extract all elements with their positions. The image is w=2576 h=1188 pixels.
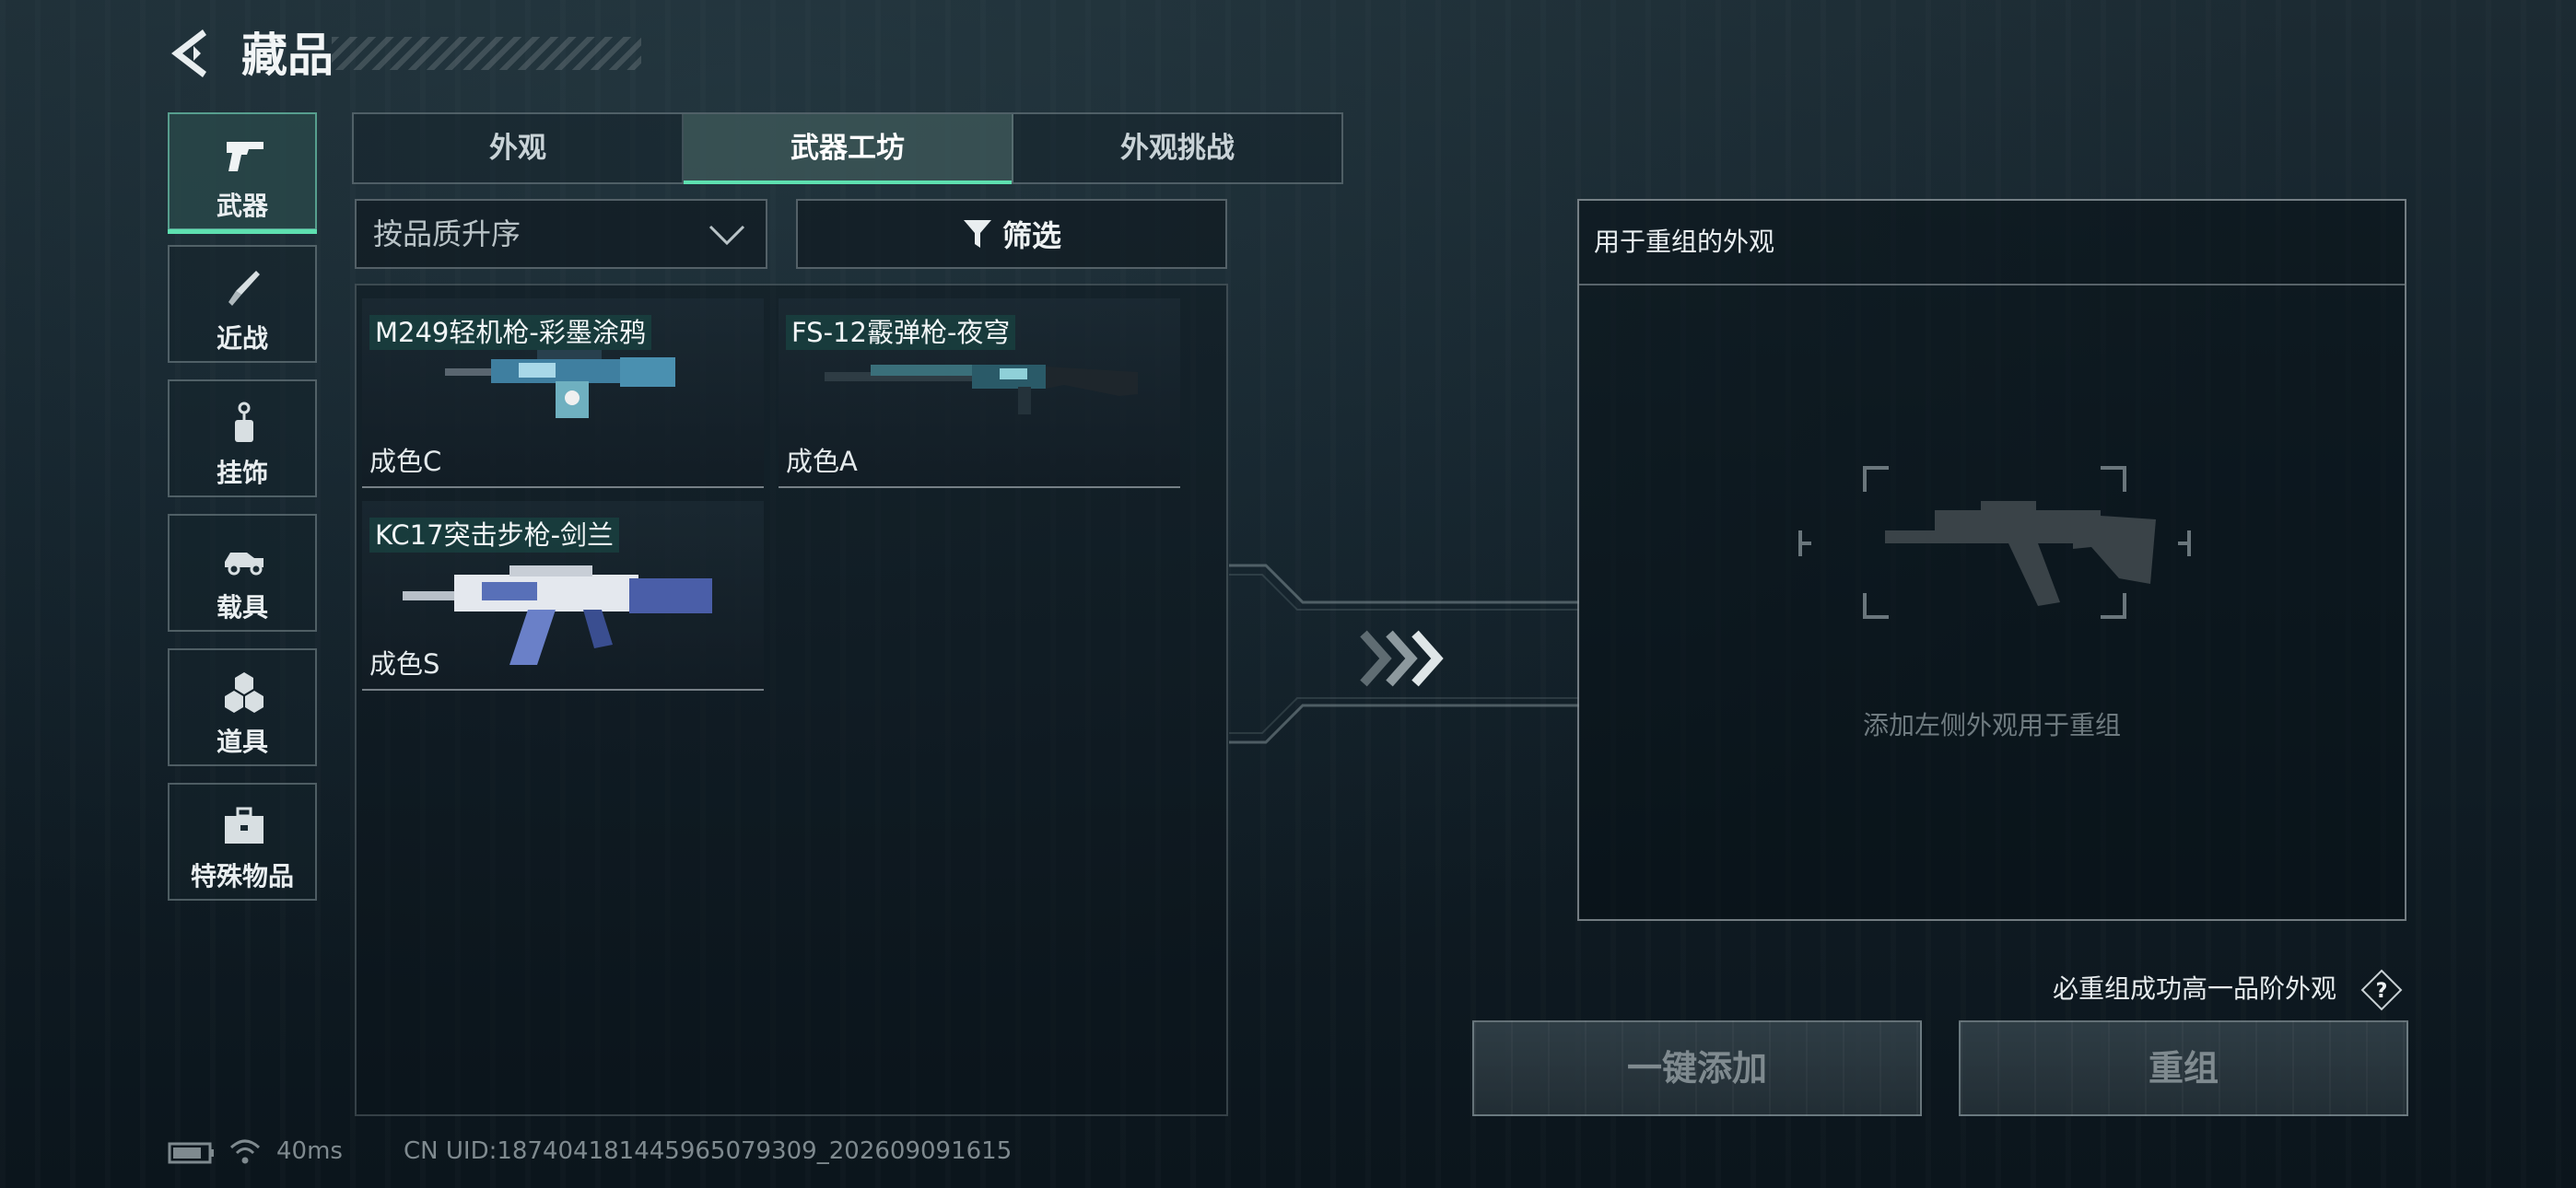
- item-name: M249轻机枪-彩墨涂鸦: [369, 315, 651, 350]
- sidebar-item-label: 特殊物品: [190, 861, 294, 891]
- item-card-kc17[interactable]: KC17突击步枪-剑兰 成色S: [362, 501, 764, 691]
- sidebar-item-melee[interactable]: 近战: [168, 245, 317, 363]
- reroll-button[interactable]: 重组: [1959, 1020, 2408, 1116]
- m249-skin-image: [445, 350, 675, 418]
- back-arrow-icon[interactable]: [166, 26, 214, 81]
- item-grade: 成色C: [369, 446, 442, 477]
- reroll-panel-title: 用于重组的外观: [1594, 227, 1775, 257]
- tab-weapon-workshop[interactable]: 武器工坊: [684, 114, 1013, 184]
- kc17-skin-image: [403, 565, 712, 665]
- sidebar-item-weapons[interactable]: 武器: [168, 112, 317, 234]
- sidebar-item-props[interactable]: 道具: [168, 648, 317, 766]
- divider: [1579, 284, 2405, 285]
- item-list: M249轻机枪-彩墨涂鸦 成色C FS-12霰弹枪-夜穹 成色A KC17突击步…: [355, 284, 1228, 1116]
- tab-bar: 外观 武器工坊 外观挑战: [352, 112, 1343, 184]
- user-uid: CN UID:187404181445965079309_20260909161…: [404, 1137, 1013, 1165]
- ping-value: 40ms: [276, 1137, 343, 1165]
- page-title: 藏品: [241, 29, 334, 82]
- item-grade: 成色S: [369, 648, 440, 680]
- wifi-icon: [229, 1139, 261, 1164]
- item-grade: 成色A: [786, 446, 858, 477]
- briefcase-icon: [225, 807, 263, 844]
- sidebar-item-charms[interactable]: 挂饰: [168, 379, 317, 497]
- guarantee-note: 必重组成功高一品阶外观: [2053, 973, 2337, 1004]
- tab-appearance-challenge[interactable]: 外观挑战: [1013, 114, 1341, 182]
- sort-value: 按品质升序: [373, 216, 521, 251]
- chevron-down-icon: [708, 225, 745, 246]
- sidebar-item-label: 挂饰: [216, 458, 268, 488]
- empty-slot-rifle-icon[interactable]: [1797, 464, 2193, 621]
- item-name: FS-12霰弹枪-夜穹: [786, 315, 1016, 350]
- sort-dropdown[interactable]: 按品质升序: [355, 199, 767, 269]
- sidebar-item-special[interactable]: 特殊物品: [168, 783, 317, 901]
- battery-icon: [168, 1142, 214, 1164]
- sidebar-item-label: 武器: [216, 191, 268, 221]
- svg-text:?: ?: [2376, 980, 2388, 1003]
- pistol-icon: [227, 142, 263, 171]
- title-decoration: [332, 37, 641, 70]
- sidebar-item-vehicles[interactable]: 载具: [168, 514, 317, 632]
- sidebar-item-label: 载具: [216, 592, 268, 623]
- item-card-m249[interactable]: M249轻机枪-彩墨涂鸦 成色C: [362, 298, 764, 488]
- filter-button[interactable]: 筛选: [796, 199, 1227, 269]
- knife-icon: [228, 271, 260, 306]
- tab-appearance[interactable]: 外观: [354, 114, 684, 182]
- sidebar-item-label: 近战: [216, 323, 268, 354]
- help-icon[interactable]: ?: [2360, 969, 2403, 1011]
- add-all-button[interactable]: 一键添加: [1472, 1020, 1922, 1116]
- vehicle-icon: [225, 553, 263, 576]
- reroll-panel: 用于重组的外观 添加左侧外观用于重组: [1577, 199, 2406, 921]
- fs12-skin-image: [825, 365, 1138, 414]
- item-card-fs12[interactable]: FS-12霰弹枪-夜穹 成色A: [779, 298, 1180, 488]
- charm-icon: [235, 402, 253, 442]
- sidebar-item-label: 道具: [216, 727, 268, 757]
- item-name: KC17突击步枪-剑兰: [369, 518, 620, 553]
- reroll-placeholder-text: 添加左侧外观用于重组: [1862, 710, 2121, 740]
- triple-chevron-right-icon: [1360, 630, 1444, 687]
- cubes-icon: [225, 672, 263, 713]
- filter-label: 筛选: [1001, 218, 1061, 253]
- filter-icon: [963, 220, 991, 248]
